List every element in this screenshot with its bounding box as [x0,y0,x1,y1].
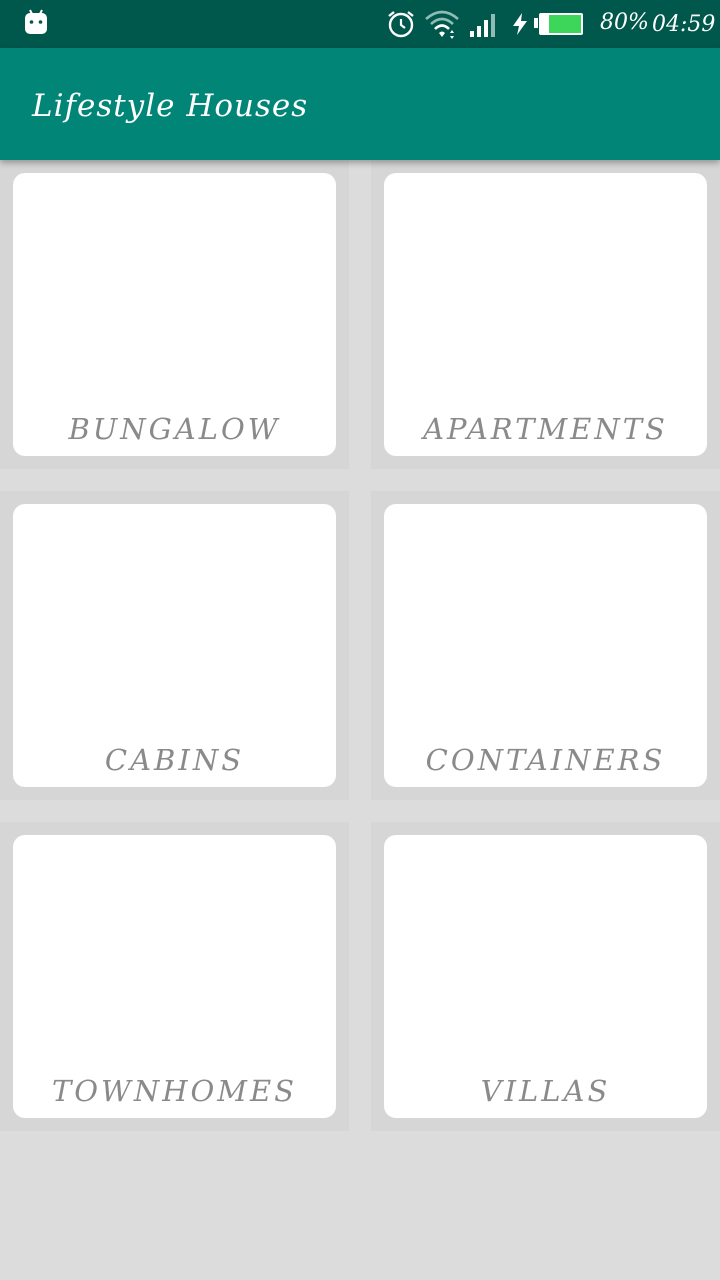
category-label: CONTAINERS [425,743,666,777]
category-card-cabins[interactable]: CABINS [13,504,336,787]
category-card-townhomes[interactable]: TOWNHOMES [13,835,336,1118]
signal-icon [470,14,495,37]
charging-icon [513,13,527,35]
alarm-icon [388,11,414,38]
wifi-icon [425,10,459,39]
category-card-bungalow[interactable]: BUNGALOW [13,173,336,456]
android-icon [25,9,47,34]
battery-percent: 80% [600,10,649,35]
app-bar: Lifestyle Houses [0,48,720,160]
category-label: TOWNHOMES [51,1074,298,1108]
category-cell-cabins: CABINS [0,491,349,800]
category-cell-townhomes: TOWNHOMES [0,822,349,1131]
category-label: BUNGALOW [68,412,281,446]
category-cell-apartments: APARTMENTS [371,160,720,469]
battery-icon [534,13,583,35]
category-card-villas[interactable]: VILLAS [384,835,707,1118]
category-cell-containers: CONTAINERS [371,491,720,800]
category-label: APARTMENTS [423,412,668,446]
status-bar: 80% 04:59 [0,0,720,48]
category-card-apartments[interactable]: APARTMENTS [384,173,707,456]
category-label: VILLAS [480,1074,611,1108]
category-card-containers[interactable]: CONTAINERS [384,504,707,787]
status-time: 04:59 [652,12,716,37]
category-label: CABINS [104,743,245,777]
app-title: Lifestyle Houses [32,88,309,124]
category-cell-villas: VILLAS [371,822,720,1131]
category-cell-bungalow: BUNGALOW [0,160,349,469]
